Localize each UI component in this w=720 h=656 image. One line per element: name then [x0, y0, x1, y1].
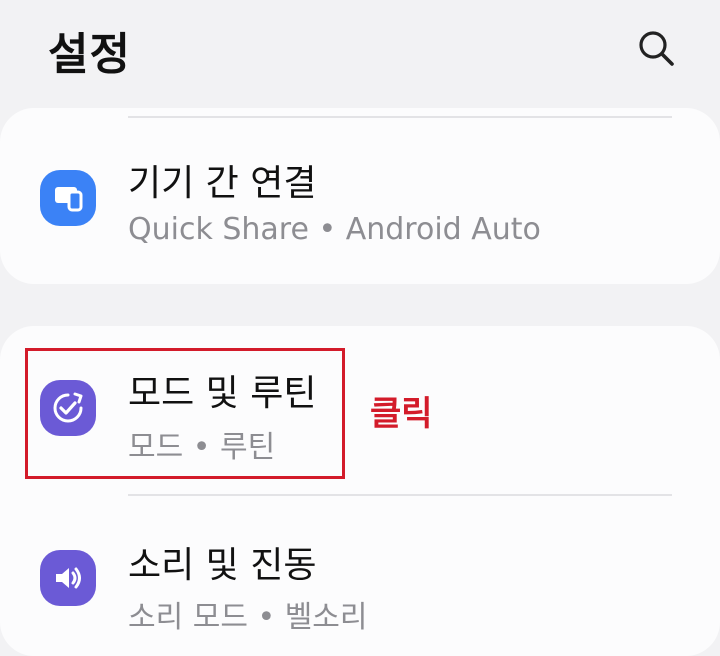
click-highlight-box [25, 348, 345, 479]
sound-icon [40, 550, 96, 606]
divider [128, 116, 672, 118]
settings-item-sound-vibration[interactable]: 소리 및 진동 소리 모드 • 벨소리 [0, 522, 720, 642]
settings-item-subtitle: 소리 모드 • 벨소리 [128, 600, 368, 635]
settings-card-connections: 기기 간 연결 Quick Share • Android Auto [0, 108, 720, 284]
click-annotation-label: 클릭 [370, 394, 433, 434]
settings-item-connected-devices[interactable]: 기기 간 연결 Quick Share • Android Auto [0, 146, 720, 266]
divider [128, 494, 672, 496]
settings-item-title: 기기 간 연결 [128, 163, 317, 204]
search-icon[interactable] [634, 26, 678, 70]
settings-item-subtitle: Quick Share • Android Auto [128, 212, 541, 247]
settings-item-title: 소리 및 진동 [128, 545, 317, 586]
devices-icon [40, 170, 96, 226]
settings-header: 설정 [0, 0, 720, 100]
page-title: 설정 [48, 29, 131, 80]
